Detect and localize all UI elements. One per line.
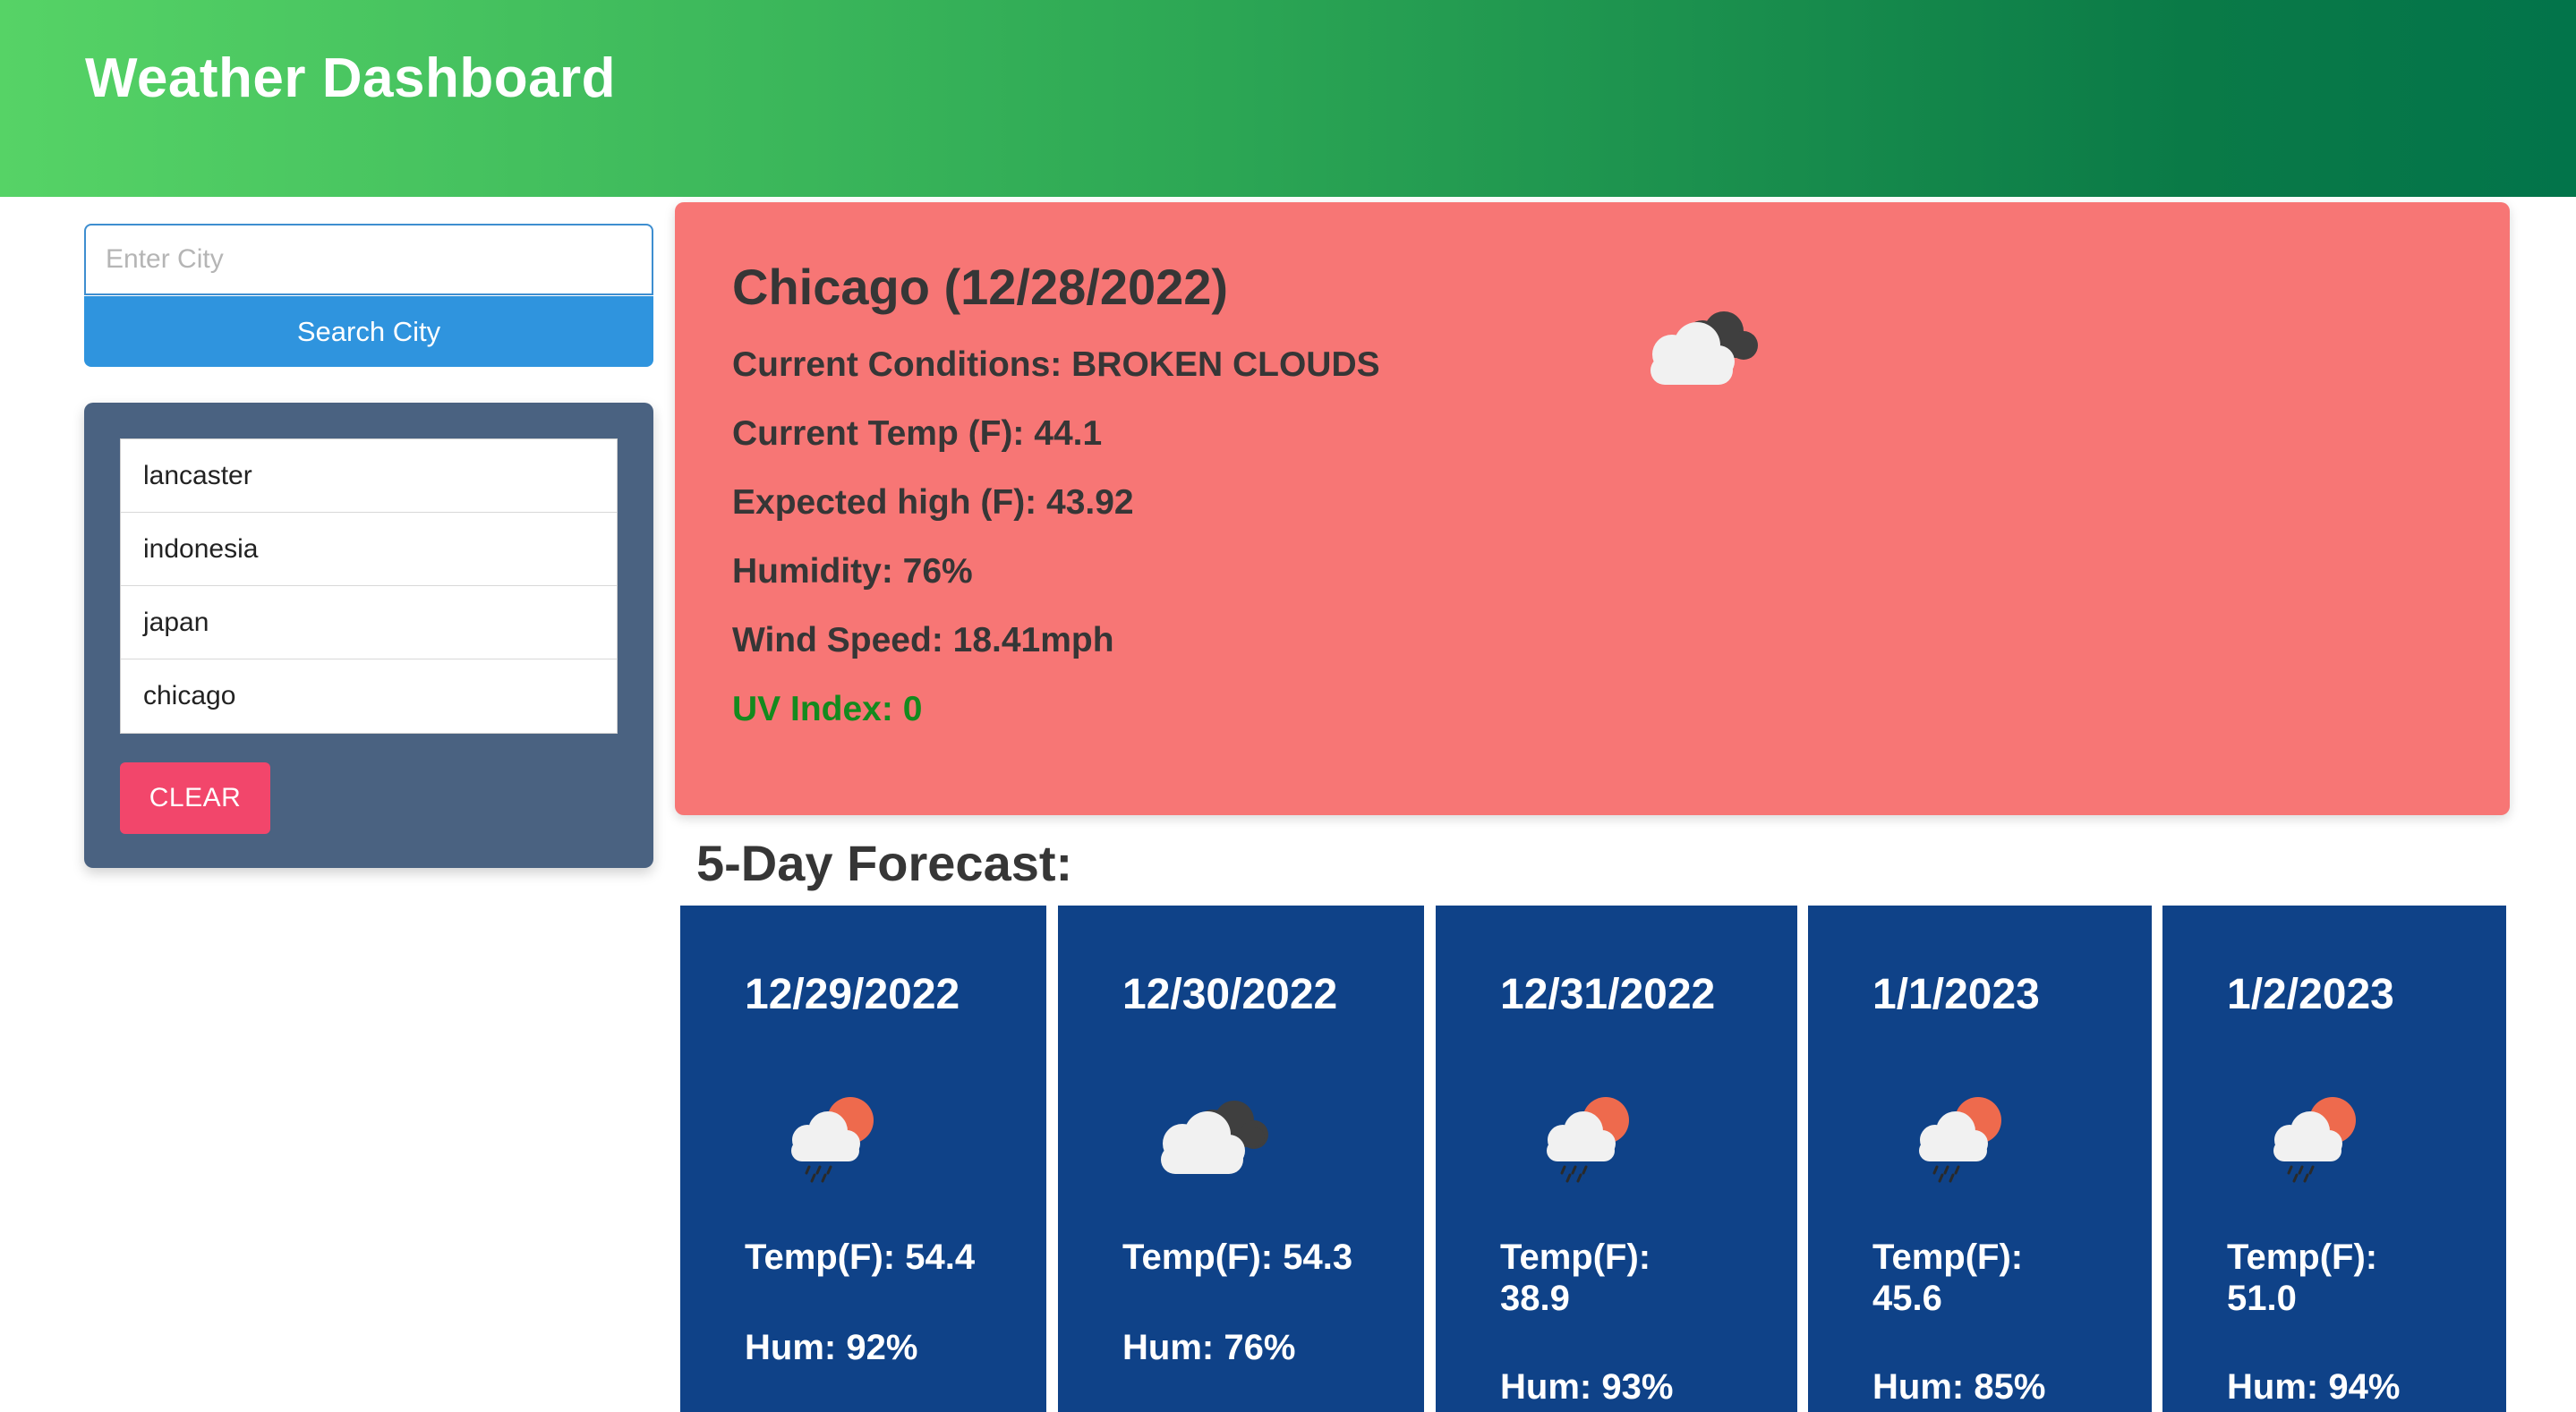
forecast-date: 12/30/2022 [1122, 971, 1338, 1018]
city-search-input[interactable] [84, 224, 653, 295]
forecast-date: 1/2/2023 [2227, 971, 2394, 1018]
history-item-japan[interactable]: japan [121, 586, 617, 659]
current-humidity: Humidity: 76% [732, 552, 973, 591]
app-header: Weather Dashboard [0, 0, 2576, 197]
broken-clouds-icon [1161, 1101, 1268, 1174]
forecast-card-day-5: 1/2/2023 Temp(F): 51.0 Hum: 94% [2162, 906, 2506, 1412]
forecast-card-day-3: 12/31/2022 Temp(F): 38.9 Hum: 93% [1436, 906, 1797, 1412]
current-weather-card: Chicago (12/28/2022) Current Conditions:… [675, 202, 2510, 815]
rain-sun-icon [1919, 1097, 2001, 1183]
forecast-date: 12/29/2022 [745, 971, 960, 1018]
forecast-card-day-1: 12/29/2022 Temp(F): 54.4 Hum: 92% [680, 906, 1046, 1412]
current-temp: Current Temp (F): 44.1 [732, 414, 1103, 453]
broken-clouds-icon [1651, 311, 1758, 385]
forecast-heading: 5-Day Forecast: [696, 835, 1073, 891]
forecast-humidity: Hum: 93% [1500, 1367, 1674, 1407]
history-item-chicago[interactable]: chicago [121, 659, 617, 733]
uv-index: UV Index: 0 [732, 690, 923, 728]
forecast-temp: Temp(F): 54.3 [1122, 1238, 1353, 1277]
search-city-button[interactable]: Search City [84, 296, 653, 367]
wind-speed: Wind Speed: 18.41mph [732, 621, 1114, 659]
forecast-temp: Temp(F): 38.9 [1500, 1238, 1651, 1318]
forecast-humidity: Hum: 76% [1122, 1328, 1296, 1367]
forecast-humidity: Hum: 94% [2227, 1367, 2401, 1407]
forecast-temp: Temp(F): 54.4 [745, 1238, 976, 1277]
history-item-indonesia[interactable]: indonesia [121, 513, 617, 586]
expected-high: Expected high (F): 43.92 [732, 483, 1134, 522]
current-city-title: Chicago (12/28/2022) [732, 259, 1229, 315]
forecast-card-day-4: 1/1/2023 Temp(F): 45.6 Hum: 85% [1808, 906, 2152, 1412]
current-conditions: Current Conditions: BROKEN CLOUDS [732, 345, 1380, 384]
rain-sun-icon [1547, 1097, 1629, 1183]
forecast-date: 12/31/2022 [1500, 971, 1716, 1018]
forecast-date: 1/1/2023 [1872, 971, 2040, 1018]
rain-sun-icon [2273, 1097, 2356, 1183]
forecast-humidity: Hum: 85% [1872, 1367, 2046, 1407]
forecast-card-day-2: 12/30/2022 Temp(F): 54.3 Hum: 76% [1058, 906, 1424, 1412]
clear-history-button[interactable]: CLEAR [120, 762, 270, 834]
page-title: Weather Dashboard [85, 47, 617, 109]
rain-sun-icon [791, 1097, 874, 1183]
forecast-humidity: Hum: 92% [745, 1328, 918, 1367]
history-item-lancaster[interactable]: lancaster [121, 439, 617, 513]
search-history-panel: lancaster indonesia japan chicago CLEAR [84, 403, 653, 868]
forecast-temp: Temp(F): 51.0 [2227, 1238, 2378, 1318]
forecast-temp: Temp(F): 45.6 [1872, 1238, 2024, 1318]
search-history-list: lancaster indonesia japan chicago [120, 438, 618, 734]
